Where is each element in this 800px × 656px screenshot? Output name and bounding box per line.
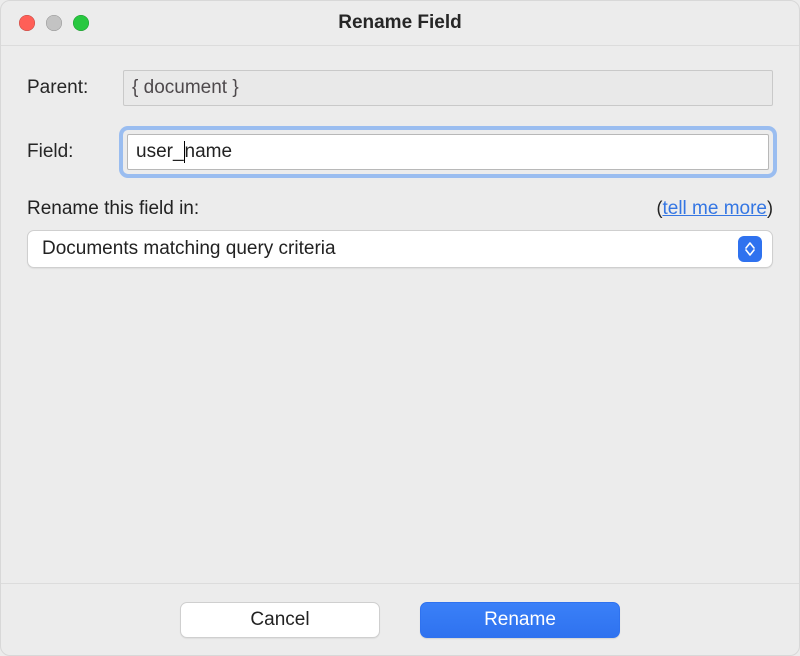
rename-button[interactable]: Rename — [420, 602, 620, 638]
paren-close: ) — [767, 198, 773, 218]
parent-label: Parent: — [27, 77, 107, 99]
tell-me-more-wrap: (tell me more) — [656, 198, 773, 220]
field-input-focus-ring: user_name — [123, 130, 773, 174]
parent-row: Parent: { document } — [27, 70, 773, 106]
dialog-content: Parent: { document } Field: user_name Re… — [1, 46, 799, 583]
field-input[interactable]: user_name — [127, 134, 769, 170]
tell-me-more-link[interactable]: tell me more — [662, 198, 767, 219]
scope-dropdown[interactable]: Documents matching query criteria — [27, 230, 773, 268]
cancel-button[interactable]: Cancel — [180, 602, 380, 638]
minimize-icon[interactable] — [46, 15, 62, 31]
maximize-icon[interactable] — [73, 15, 89, 31]
window-title: Rename Field — [1, 12, 799, 34]
dialog-footer: Cancel Rename — [1, 583, 799, 655]
window-controls — [1, 15, 89, 31]
parent-value: { document } — [123, 70, 773, 106]
scope-label: Rename this field in: — [27, 198, 199, 220]
field-input-text-before: user_ — [136, 135, 184, 169]
scope-dropdown-value: Documents matching query criteria — [42, 238, 738, 260]
field-label: Field: — [27, 141, 107, 163]
field-row: Field: user_name — [27, 130, 773, 174]
close-icon[interactable] — [19, 15, 35, 31]
updown-icon — [738, 236, 762, 262]
scope-row: Rename this field in: (tell me more) — [27, 198, 773, 220]
field-input-text-after: name — [185, 135, 233, 169]
titlebar: Rename Field — [1, 1, 799, 46]
